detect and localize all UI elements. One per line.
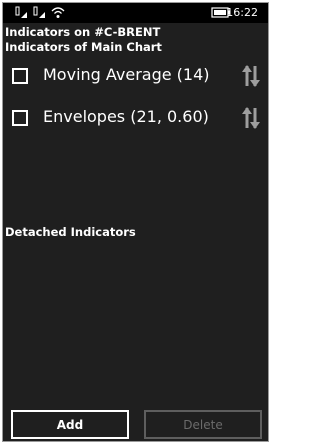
reorder-icon[interactable] — [240, 63, 262, 89]
indicator-row-envelopes[interactable]: Envelopes (21, 0.60) — [3, 104, 268, 134]
indicator-label: Envelopes (21, 0.60) — [43, 107, 209, 126]
wifi-icon — [51, 7, 65, 18]
indicator-row-moving-average[interactable]: Moving Average (14) — [3, 62, 268, 92]
signal-bars-icon — [15, 6, 27, 18]
signal-bars-2-icon — [33, 6, 45, 18]
app-screen: 16:22 Indicators on #C-BRENT Indicators … — [2, 2, 269, 442]
delete-button[interactable]: Delete — [144, 410, 262, 439]
main-chart-heading: Indicators of Main Chart — [5, 40, 162, 54]
add-button[interactable]: Add — [11, 410, 129, 439]
status-bar: 16:22 — [3, 3, 268, 23]
indicator-checkbox[interactable] — [12, 110, 28, 126]
reorder-icon[interactable] — [240, 105, 262, 131]
indicator-label: Moving Average (14) — [43, 65, 210, 84]
status-time: 16:22 — [226, 6, 258, 19]
detached-indicators-heading: Detached Indicators — [5, 225, 136, 239]
indicator-checkbox[interactable] — [12, 68, 28, 84]
page-title: Indicators on #C-BRENT — [5, 25, 161, 39]
